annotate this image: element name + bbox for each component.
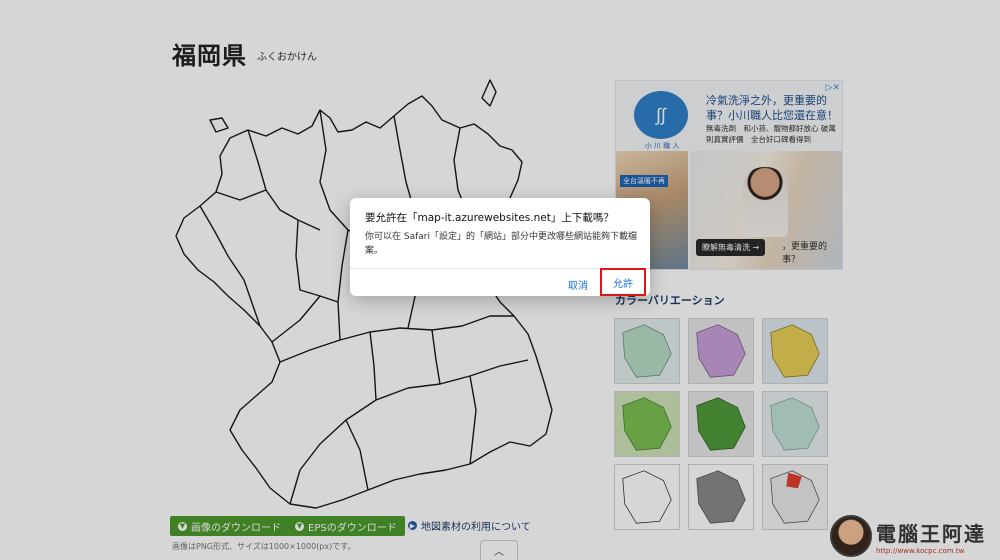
cancel-button[interactable]: 取消 [568, 277, 588, 292]
dialog-message: 你可以在 Safari「設定」的「網站」部分中更改哪些網站能夠下載檔案。 [365, 232, 637, 256]
dialog-title: 要允許在「map-it.azurewebsites.net」上下載嗎？ [365, 212, 614, 224]
download-permission-dialog: 要允許在「map-it.azurewebsites.net」上下載嗎？ 你可以在… [350, 198, 650, 296]
allow-button[interactable]: 允許 [600, 268, 646, 296]
